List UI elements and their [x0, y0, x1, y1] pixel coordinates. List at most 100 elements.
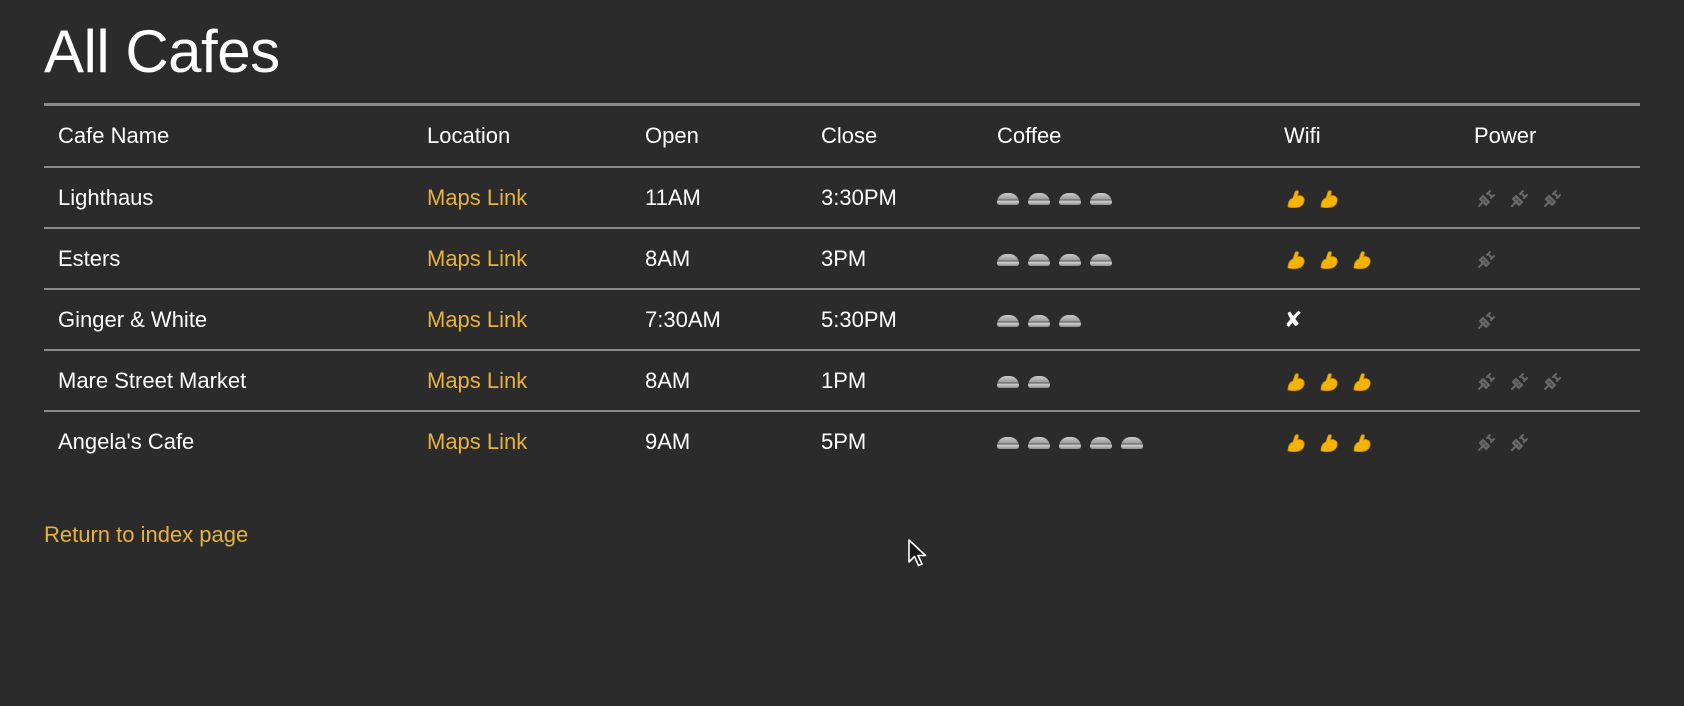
maps-link[interactable]: Maps Link	[427, 307, 527, 332]
power-rating-cell	[1460, 350, 1640, 411]
return-to-index-link[interactable]: Return to index page	[44, 522, 248, 548]
table-row: Esters Maps Link 8AM 3PM	[44, 228, 1640, 289]
coffee-cup-icon	[1090, 437, 1112, 450]
coffee-cup-icon	[997, 314, 1019, 327]
power-plug-icon	[1540, 370, 1564, 394]
table-row: Angela's Cafe Maps Link 9AM 5PM	[44, 411, 1640, 472]
flexed-arm-icon	[1350, 370, 1374, 394]
coffee-cup-icon	[997, 375, 1019, 388]
maps-link[interactable]: Maps Link	[427, 429, 527, 454]
power-rating-cell	[1460, 411, 1640, 472]
coffee-cup-icon	[1059, 314, 1081, 327]
close-time-cell: 1PM	[821, 367, 867, 393]
coffee-rating	[997, 192, 1112, 205]
power-rating-cell	[1460, 167, 1640, 228]
flexed-arm-icon	[1284, 187, 1308, 211]
wifi-rating	[1284, 370, 1374, 394]
coffee-cup-icon	[1028, 192, 1050, 205]
cafe-name-cell: Lighthaus	[58, 184, 154, 210]
maps-link[interactable]: Maps Link	[427, 185, 527, 210]
coffee-cup-icon	[1028, 375, 1050, 388]
coffee-rating-cell	[983, 350, 1270, 411]
flexed-arm-icon	[1284, 370, 1308, 394]
coffee-cup-icon	[1028, 437, 1050, 450]
coffee-cup-icon	[997, 192, 1019, 205]
wifi-rating-cell	[1270, 167, 1460, 228]
location-cell: Maps Link	[413, 228, 631, 289]
coffee-cup-icon	[1059, 253, 1081, 266]
wifi-rating	[1284, 431, 1374, 455]
power-rating	[1474, 309, 1498, 333]
power-rating-cell	[1460, 289, 1640, 350]
flexed-arm-icon	[1350, 431, 1374, 455]
coffee-cup-icon	[1090, 192, 1112, 205]
wifi-rating-cell	[1270, 350, 1460, 411]
coffee-cup-icon	[997, 253, 1019, 266]
wifi-rating-cell	[1270, 228, 1460, 289]
header-power: Power	[1474, 123, 1537, 148]
power-plug-icon	[1474, 431, 1498, 455]
power-plug-icon	[1507, 187, 1531, 211]
coffee-cup-icon	[1059, 192, 1081, 205]
flexed-arm-icon	[1284, 248, 1308, 272]
location-cell: Maps Link	[413, 167, 631, 228]
wifi-rating-cell: ✘	[1270, 289, 1460, 350]
flexed-arm-icon	[1350, 248, 1374, 272]
open-time-cell: 8AM	[645, 245, 691, 271]
coffee-cup-icon	[1121, 437, 1143, 450]
location-cell: Maps Link	[413, 289, 631, 350]
coffee-rating	[997, 375, 1050, 388]
open-time-cell: 11AM	[645, 184, 701, 210]
wifi-rating	[1284, 248, 1374, 272]
power-plug-icon	[1540, 187, 1564, 211]
wifi-rating	[1284, 187, 1341, 211]
maps-link[interactable]: Maps Link	[427, 368, 527, 393]
power-rating	[1474, 187, 1564, 211]
cafes-table: Cafe Name Location Open Close Coffee Wif…	[44, 106, 1640, 472]
table-row: Lighthaus Maps Link 11AM 3:30PM	[44, 167, 1640, 228]
maps-link[interactable]: Maps Link	[427, 246, 527, 271]
coffee-rating-cell	[983, 411, 1270, 472]
power-rating	[1474, 431, 1531, 455]
flexed-arm-icon	[1317, 431, 1341, 455]
header-open: Open	[645, 123, 699, 148]
close-time-cell: 5PM	[821, 429, 867, 454]
header-coffee: Coffee	[997, 123, 1062, 148]
close-time-cell: 3:30PM	[821, 184, 897, 210]
cafe-name-cell: Mare Street Market	[58, 367, 247, 393]
header-location: Location	[427, 123, 511, 148]
open-time-cell: 9AM	[645, 429, 691, 454]
coffee-rating	[997, 253, 1112, 266]
cafe-name-cell: Esters	[58, 245, 121, 271]
header-close: Close	[821, 123, 878, 148]
coffee-rating-cell	[983, 167, 1270, 228]
coffee-cup-icon	[1028, 253, 1050, 266]
power-rating-cell	[1460, 228, 1640, 289]
power-plug-icon	[1474, 309, 1498, 333]
flexed-arm-icon	[1317, 370, 1341, 394]
coffee-rating	[997, 437, 1143, 450]
power-plug-icon	[1474, 248, 1498, 272]
coffee-cup-icon	[997, 437, 1019, 450]
close-time-cell: 5:30PM	[821, 306, 897, 332]
cafe-name-cell: Ginger & White	[58, 306, 208, 332]
flexed-arm-icon	[1317, 187, 1341, 211]
close-time-cell: 3PM	[821, 245, 867, 271]
header-wifi: Wifi	[1284, 123, 1321, 148]
power-plug-icon	[1507, 431, 1531, 455]
page: All Cafes Cafe Name Location Open Close …	[0, 0, 1684, 706]
table-row: Ginger & White Maps Link 7:30AM 5:30PM ✘	[44, 289, 1640, 350]
open-time-cell: 7:30AM	[645, 306, 721, 332]
power-rating	[1474, 370, 1564, 394]
location-cell: Maps Link	[413, 411, 631, 472]
power-plug-icon	[1474, 370, 1498, 394]
page-title: All Cafes	[44, 18, 280, 85]
mouse-cursor-icon	[908, 539, 927, 567]
coffee-cup-icon	[1028, 314, 1050, 327]
header-cafe-name: Cafe Name	[58, 123, 170, 148]
coffee-rating-cell	[983, 289, 1270, 350]
cross-mark-icon: ✘	[1284, 306, 1303, 332]
cafe-name-cell: Angela's Cafe	[58, 429, 195, 454]
coffee-cup-icon	[1059, 437, 1081, 450]
location-cell: Maps Link	[413, 350, 631, 411]
